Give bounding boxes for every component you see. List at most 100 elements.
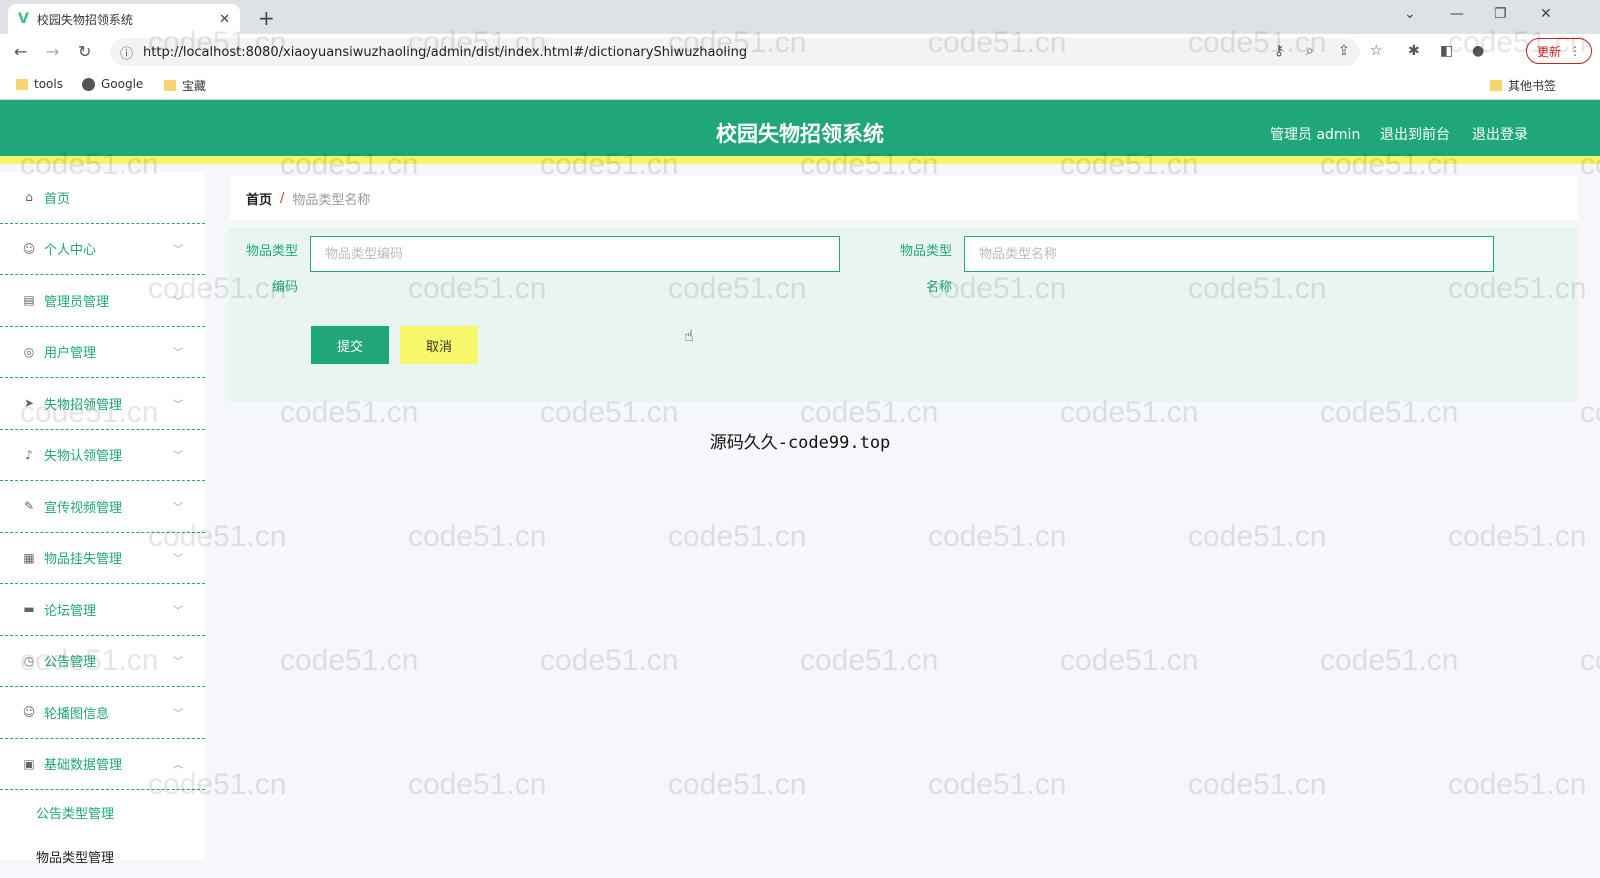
- restore-icon[interactable]: ❐: [1494, 6, 1507, 22]
- watermark-text: code51.cn: [1448, 520, 1587, 553]
- sidebar-item[interactable]: ⌂ 首页: [0, 172, 205, 224]
- printer-icon: ▦: [23, 550, 35, 565]
- hand-cursor-icon: ☝: [684, 326, 694, 345]
- more-menu-icon: ⋮: [1569, 44, 1581, 58]
- sidebar-item-label: 轮播图信息: [44, 706, 110, 722]
- sidebar-item-label: 论坛管理: [44, 603, 97, 619]
- chat-icon: ▬: [23, 602, 35, 617]
- tab-search-icon[interactable]: ⌄: [1404, 6, 1416, 22]
- user-icon: ☺: [22, 241, 36, 256]
- watermark-text: code51.cn: [1448, 768, 1587, 801]
- url-text: http://localhost:8080/xiaoyuansiwuzhaoli…: [143, 44, 748, 60]
- reload-icon[interactable]: ↻: [78, 42, 91, 61]
- tab-title: 校园失物招领系统: [36, 12, 133, 27]
- watermark-text: code51.cn: [1320, 644, 1459, 677]
- bookmarks-bar: tools Google 宝藏 其他书签: [0, 70, 1600, 100]
- sidebar-subitem[interactable]: 物品类型管理: [0, 834, 205, 878]
- back-to-front-link[interactable]: 退出到前台: [1380, 124, 1450, 144]
- watermark-text: code51.cn: [1188, 768, 1327, 801]
- vue-favicon-icon: V: [18, 11, 29, 27]
- sidebar-item[interactable]: ✎ 宣传视频管理 ﹀: [0, 481, 205, 533]
- profile-icon[interactable]: ●: [1472, 43, 1484, 59]
- watermark-text: code51.cn: [1060, 644, 1199, 677]
- watermark-text: code51.cn: [408, 768, 547, 801]
- sidebar-item-label: 宣传视频管理: [44, 500, 123, 516]
- sidebar-item[interactable]: ▤ 管理员管理 ﹀: [0, 275, 205, 327]
- globe-icon: [82, 77, 95, 91]
- folder-icon: [164, 80, 176, 91]
- browser-tab[interactable]: V 校园失物招领系统 ✕: [8, 4, 240, 34]
- chevron-down-icon: ﹀: [173, 657, 183, 669]
- submit-button[interactable]: 提交: [311, 326, 389, 364]
- sidebar-item[interactable]: ◷ 公告管理 ﹀: [0, 636, 205, 687]
- type-code-label: 物品类型 编码: [245, 244, 298, 295]
- close-window-icon[interactable]: ✕: [1540, 6, 1552, 22]
- user-icon: ☺: [22, 705, 36, 720]
- form-panel: 物品类型 编码 物品类型 名称 提交 取消: [228, 228, 1578, 402]
- folder-icon: [16, 78, 28, 90]
- app-header: 校园失物招领系统 管理员 admin 退出到前台 退出登录: [0, 100, 1600, 164]
- sidebar-item-label: 用户管理: [44, 346, 97, 362]
- watermark-text: code51.cn: [928, 520, 1067, 553]
- sidebar-item-label: 个人中心: [44, 243, 97, 259]
- minimize-icon[interactable]: —: [1450, 6, 1464, 22]
- cancel-button[interactable]: 取消: [400, 326, 478, 364]
- chevron-down-icon: ﹀: [173, 708, 183, 720]
- breadcrumb-home[interactable]: 首页: [246, 189, 272, 208]
- browser-tab-bar: V 校园失物招领系统 ✕ + ⌄ — ❐ ✕: [0, 0, 1600, 34]
- sidebar-item[interactable]: ☺ 个人中心 ﹀: [0, 224, 205, 275]
- close-tab-icon[interactable]: ✕: [219, 12, 230, 27]
- update-button[interactable]: 更新 ⋮: [1526, 38, 1592, 64]
- extensions-icon[interactable]: ✱: [1408, 43, 1420, 59]
- site-info-icon[interactable]: ⓘ: [120, 43, 133, 62]
- site-watermark-text: 源码久久-code99.top: [709, 433, 891, 453]
- type-name-input[interactable]: [964, 236, 1494, 272]
- sidebar-item[interactable]: ▣ 基础数据管理 ︿: [0, 739, 205, 790]
- sidebar-item[interactable]: ▦ 物品挂失管理 ﹀: [0, 533, 205, 584]
- sidebar-item-label: 失物招领管理: [44, 397, 123, 413]
- type-code-input[interactable]: [310, 236, 840, 272]
- chevron-down-icon: ﹀: [173, 296, 183, 308]
- watermark-text: code51.cn: [928, 768, 1067, 801]
- sidebar-item[interactable]: ➤ 失物招领管理 ﹀: [0, 378, 205, 430]
- clipboard-icon: ▣: [23, 756, 35, 771]
- update-label: 更新: [1536, 44, 1561, 59]
- bookmark-other[interactable]: 其他书签: [1490, 77, 1556, 94]
- watermark-text: code51.cn: [408, 520, 547, 553]
- star-icon[interactable]: ☆: [1370, 43, 1383, 59]
- sidebar-item-label: 公告管理: [44, 655, 97, 671]
- sidebar-item-label: 首页: [44, 191, 71, 207]
- edit-icon: ✎: [23, 499, 35, 514]
- address-bar-row: ← → ↻ ⓘ http://localhost:8080/xiaoyuansi…: [0, 34, 1600, 70]
- admin-user-link[interactable]: 管理员 admin: [1270, 124, 1360, 144]
- watermark-text: code51.cn: [1580, 396, 1600, 429]
- back-icon[interactable]: ←: [14, 42, 27, 61]
- share-icon[interactable]: ⇪: [1338, 43, 1350, 59]
- type-name-label: 物品类型 名称: [899, 244, 952, 295]
- chevron-down-icon: ﹀: [173, 245, 183, 257]
- sidebar-subitem[interactable]: 公告类型管理: [0, 790, 205, 834]
- watermark-text: code51.cn: [280, 644, 419, 677]
- breadcrumb-separator: /: [280, 190, 285, 206]
- logout-link[interactable]: 退出登录: [1472, 124, 1528, 144]
- home-icon: ⌂: [25, 190, 33, 205]
- chevron-down-icon: ﹀: [173, 348, 183, 360]
- sidebar-item[interactable]: ☺ 轮播图信息 ﹀: [0, 687, 205, 739]
- bookmark-tools[interactable]: tools: [16, 77, 63, 91]
- sidebar-item-label: 基础数据管理: [44, 758, 123, 774]
- zoom-icon[interactable]: ⌕: [1306, 43, 1314, 59]
- key-icon[interactable]: ⚷: [1274, 43, 1284, 59]
- new-tab-icon[interactable]: +: [258, 6, 275, 30]
- send-icon: ➤: [23, 396, 35, 411]
- watermark-text: code51.cn: [1580, 644, 1600, 677]
- settings-icon: ◎: [23, 344, 35, 359]
- forward-icon[interactable]: →: [46, 42, 59, 61]
- bookmark-treasure[interactable]: 宝藏: [164, 77, 206, 94]
- chevron-down-icon: ﹀: [173, 605, 183, 617]
- watermark-text: code51.cn: [668, 768, 807, 801]
- sidebar-item[interactable]: ▬ 论坛管理 ﹀: [0, 584, 205, 636]
- url-field[interactable]: ⓘ http://localhost:8080/xiaoyuansiwuzhao…: [110, 38, 1360, 66]
- sidebar-item[interactable]: ◎ 用户管理 ﹀: [0, 327, 205, 378]
- bookmark-google[interactable]: Google: [82, 77, 143, 91]
- sidepanel-icon[interactable]: ◧: [1440, 43, 1453, 59]
